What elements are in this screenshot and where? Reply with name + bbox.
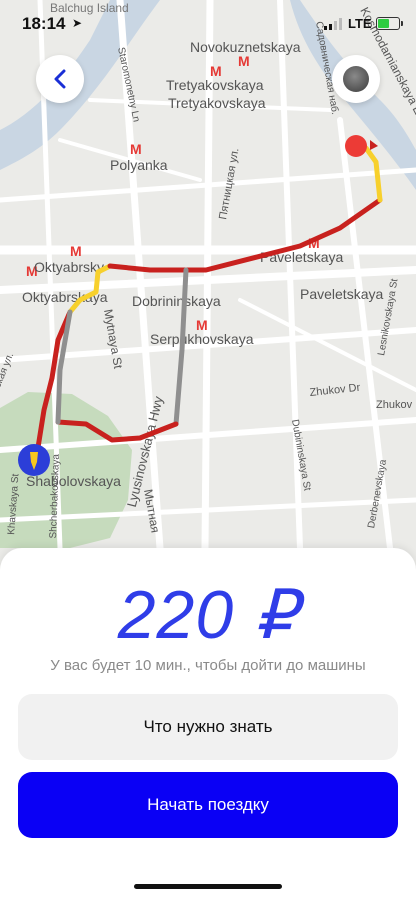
metro-icon: M: [238, 53, 250, 69]
metro-icon: M: [130, 141, 142, 157]
driver-avatar-button[interactable]: [332, 55, 380, 103]
map-label: Serpukhovskaya: [150, 331, 254, 347]
map-label: Tretyakovskaya: [166, 77, 264, 93]
map-label: Zhukov: [376, 399, 413, 411]
map-label: Tretyakovskaya: [168, 95, 266, 111]
map-label: Oktyabrsky: [34, 259, 104, 275]
chevron-left-icon: [54, 69, 66, 89]
avatar: [343, 66, 369, 92]
start-ride-button[interactable]: Начать поездку: [18, 772, 398, 838]
what-to-know-button[interactable]: Что нужно знать: [18, 694, 398, 760]
location-arrow-icon: ➤: [72, 16, 83, 30]
trip-price: 220 ₽: [117, 577, 299, 653]
trip-sheet: 220 ₽ У вас будет 10 мин., чтобы дойти д…: [0, 548, 416, 900]
map-label: Polyanka: [110, 157, 168, 173]
cellular-signal-icon: [324, 18, 342, 30]
status-time: 18:14: [22, 14, 66, 33]
map-label: Paveletskaya: [300, 286, 383, 302]
battery-icon: [376, 17, 403, 30]
home-indicator[interactable]: [134, 884, 282, 889]
walk-time-info: У вас будет 10 мин., чтобы дойти до маши…: [50, 657, 366, 674]
network-type: LTE: [348, 16, 372, 31]
map-label: Dobrininskaya: [132, 293, 221, 309]
map-label: Shabolovskaya: [26, 473, 121, 489]
metro-icon: M: [70, 243, 82, 259]
origin-marker: [18, 444, 50, 476]
status-bar: 18:14 ➤ LTE: [0, 0, 416, 50]
back-button[interactable]: [36, 55, 84, 103]
